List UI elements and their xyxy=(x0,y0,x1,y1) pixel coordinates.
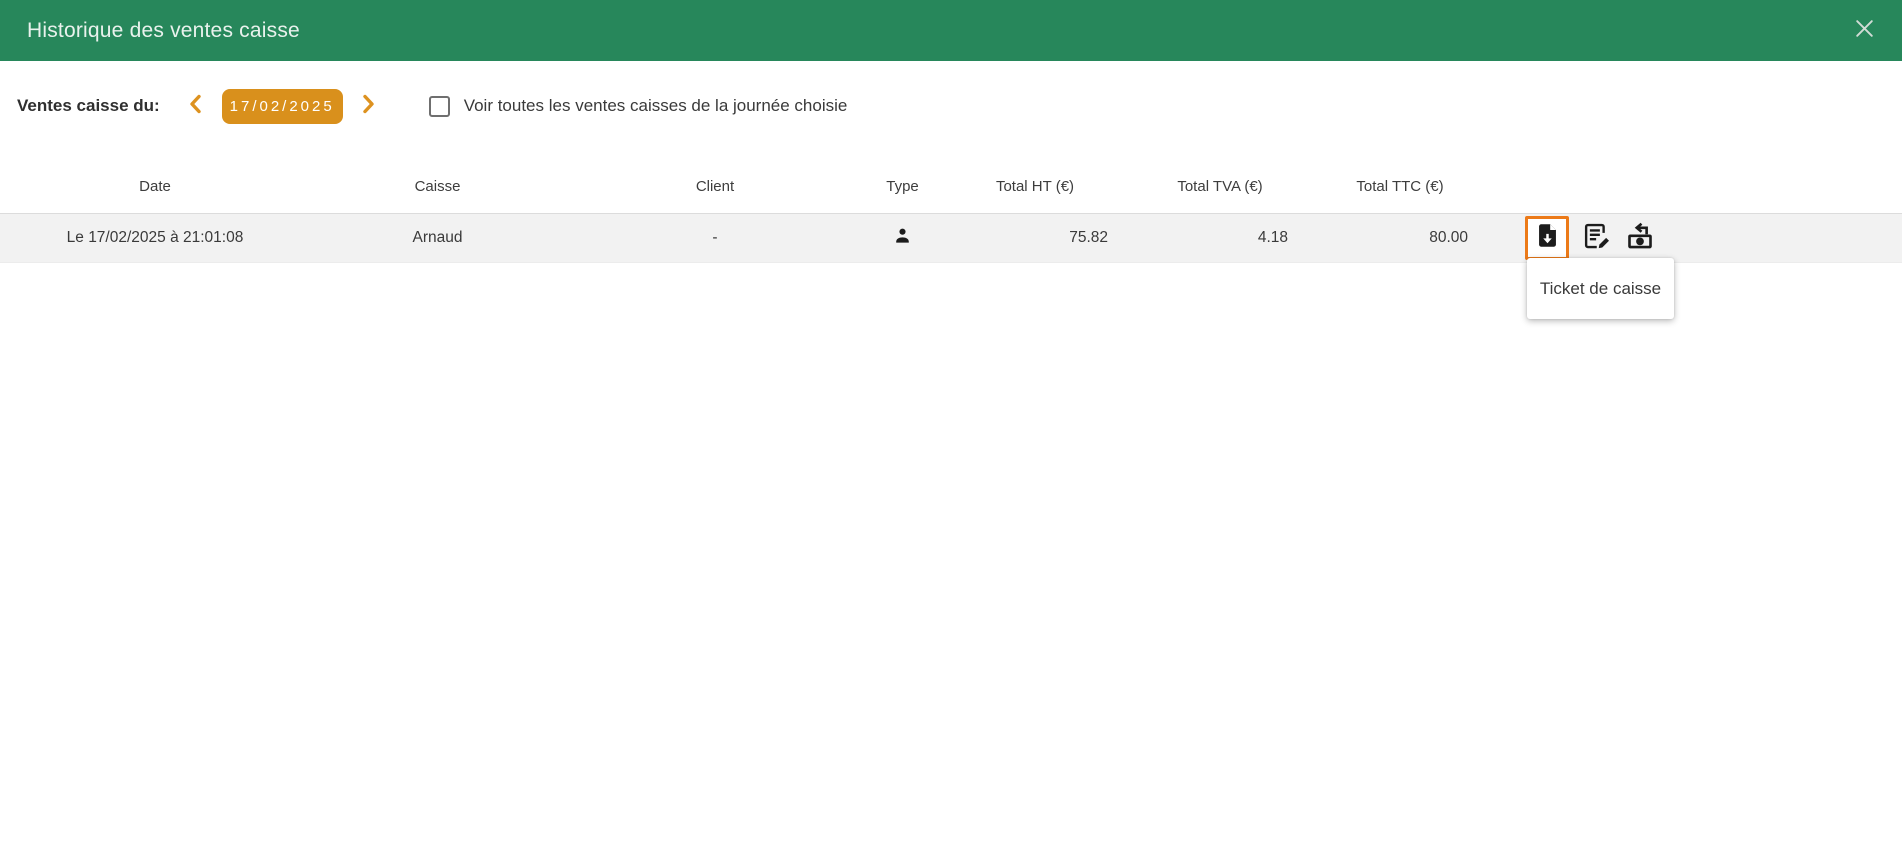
ticket-download-icon xyxy=(1534,222,1561,254)
close-icon xyxy=(1853,17,1876,45)
show-all-sales-label: Voir toutes les ventes caisses de la jou… xyxy=(463,96,848,115)
column-header-total-ht: Total HT (€) xyxy=(995,177,1075,195)
chevron-left-icon xyxy=(187,93,204,120)
ticket-tooltip-text: Ticket de caisse xyxy=(1539,278,1662,298)
table-row: Le 17/02/2025 à 21:01:08 Arnaud - 75.82 … xyxy=(0,213,1902,263)
row-actions xyxy=(1525,216,1655,260)
cell-caisse: Arnaud xyxy=(412,229,463,246)
date-controls-label: Ventes caisse du: xyxy=(17,96,160,115)
next-day-button[interactable] xyxy=(355,92,383,120)
ventes-caisse-dialog: Historique des ventes caisse Ventes cais… xyxy=(0,0,1902,859)
ticket-tooltip: Ticket de caisse xyxy=(1527,258,1674,319)
show-all-sales-checkbox[interactable] xyxy=(428,95,450,117)
close-button[interactable] xyxy=(1841,0,1887,61)
show-all-sales-option: Voir toutes les ventes caisses de la jou… xyxy=(428,95,848,117)
cell-type xyxy=(865,225,940,251)
column-header-client: Client xyxy=(695,177,735,195)
cell-date: Le 17/02/2025 à 21:01:08 xyxy=(66,229,244,246)
cash-return-button[interactable] xyxy=(1625,221,1655,256)
cell-total-ht: 75.82 xyxy=(1069,229,1108,246)
date-controls: Ventes caisse du: 17/02/2025 Voir toutes… xyxy=(17,88,847,124)
cell-total-ttc: 80.00 xyxy=(1429,229,1468,246)
edit-note-icon xyxy=(1582,221,1612,256)
chevron-right-icon xyxy=(360,93,377,120)
date-picker-button[interactable]: 17/02/2025 xyxy=(221,88,343,124)
cell-client: - xyxy=(712,229,718,246)
ticket-download-button[interactable] xyxy=(1525,216,1569,260)
edit-note-button[interactable] xyxy=(1582,221,1612,256)
person-icon xyxy=(892,225,913,251)
sales-table-header: Date Caisse Client Type Total HT (€) Tot… xyxy=(0,170,1902,202)
column-header-type: Type xyxy=(886,177,919,195)
column-header-total-tva: Total TVA (€) xyxy=(1177,177,1263,195)
dialog-titlebar: Historique des ventes caisse xyxy=(0,0,1902,61)
column-header-total-ttc: Total TTC (€) xyxy=(1356,177,1444,195)
cash-return-icon xyxy=(1625,221,1655,256)
cell-total-tva: 4.18 xyxy=(1257,229,1288,246)
column-header-caisse: Caisse xyxy=(414,177,461,195)
page-title: Historique des ventes caisse xyxy=(27,18,300,42)
column-header-date: Date xyxy=(139,177,171,195)
previous-day-button[interactable] xyxy=(182,92,210,120)
